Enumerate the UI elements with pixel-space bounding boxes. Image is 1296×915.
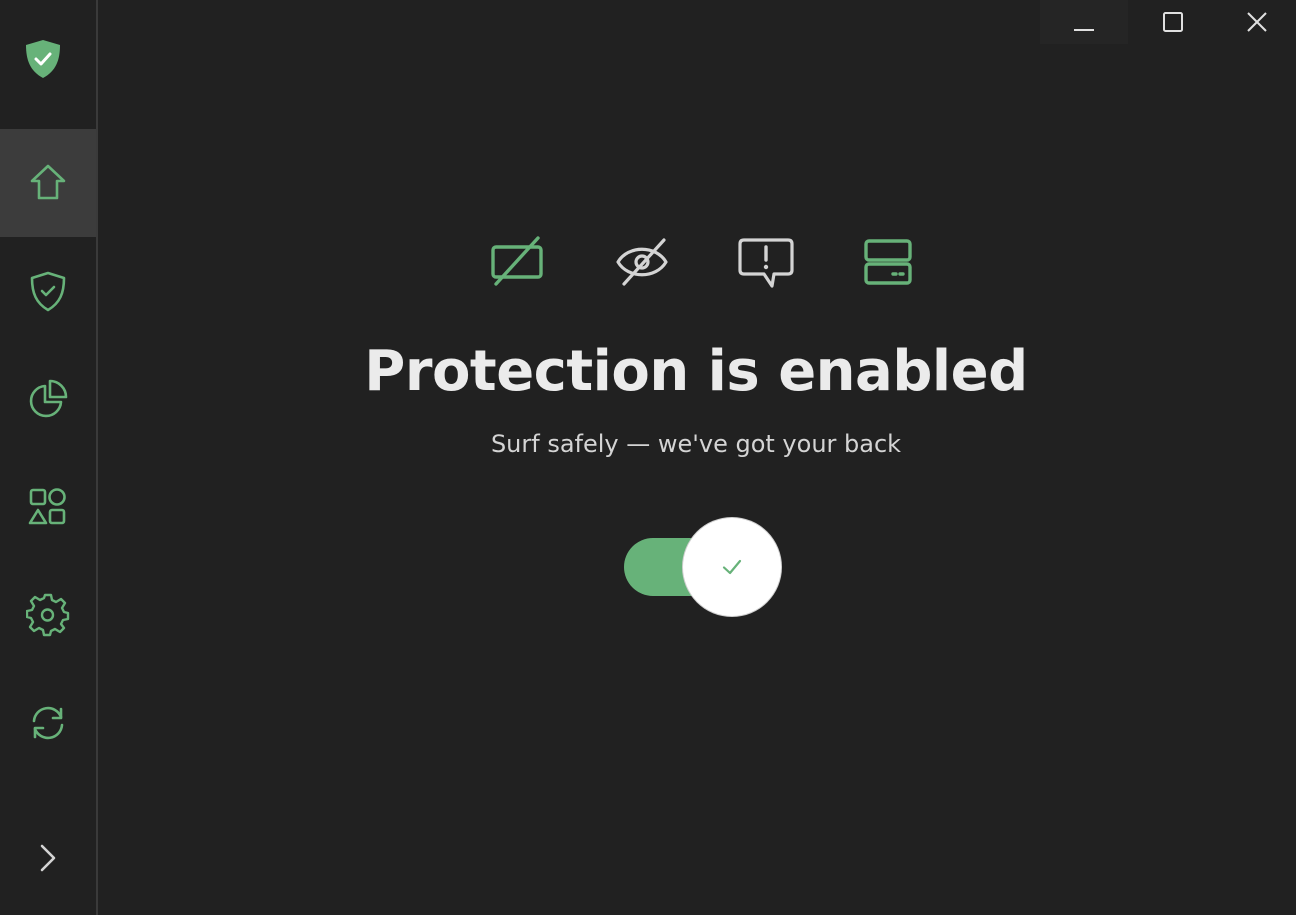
close-button[interactable] [1217,0,1296,44]
refresh-icon [32,706,64,740]
protection-toggle-knob[interactable] [683,518,781,616]
maximize-icon [1163,12,1183,32]
page-subtitle: Surf safely — we've got your back [490,430,902,458]
minimize-icon [1074,29,1094,31]
sidebar-item-updates[interactable] [0,669,96,777]
blocked-ad-icon [488,232,548,292]
shapes-icon [28,488,66,525]
sidebar-item-protection[interactable] [0,237,96,345]
sidebar-item-settings[interactable] [0,561,96,669]
server-icon [860,232,920,292]
gear-icon [26,593,70,637]
sidebar [0,0,98,915]
minimize-button[interactable] [1040,0,1128,44]
close-icon [1246,12,1267,32]
home-icon [30,164,66,200]
page-title: Protection is enabled [364,339,1028,404]
shield-check-icon [30,271,66,312]
sidebar-item-apps[interactable] [0,453,96,561]
pie-chart-icon [29,379,68,418]
check-icon [722,559,742,575]
maximize-button[interactable] [1129,0,1217,44]
app-logo-icon [20,36,66,82]
sidebar-expand-button[interactable] [0,822,96,894]
chevron-right-icon [40,844,56,872]
alert-message-icon [736,232,796,292]
eye-off-icon [612,232,672,292]
sidebar-item-statistics[interactable] [0,345,96,453]
app-window: Protection is enabled Surf safely — we'v… [0,0,1296,915]
sidebar-item-home[interactable] [0,129,96,237]
feature-icons-row [488,232,918,292]
